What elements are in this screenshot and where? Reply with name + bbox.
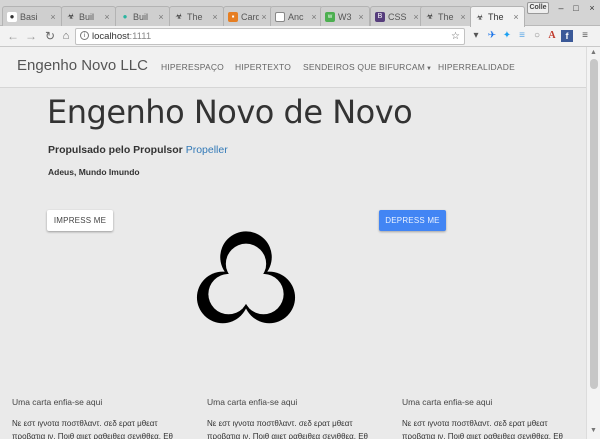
- impress-me-button[interactable]: IMPRESS ME: [47, 210, 113, 231]
- browser-tab[interactable]: ☣ Buil ×: [61, 6, 116, 26]
- browser-tab[interactable]: w W3 ×: [320, 6, 370, 26]
- teal-drop-icon: ●: [122, 12, 128, 21]
- hero-tagline: Adeus, Mundo Imundo: [48, 167, 140, 177]
- tab-title: Basi: [20, 11, 38, 22]
- depress-me-button[interactable]: DEPRESS ME: [379, 210, 446, 231]
- twitter-icon[interactable]: ✦: [501, 30, 513, 42]
- nav-link-hiperespaco[interactable]: HIPERESPAÇO: [161, 62, 224, 72]
- browser-tab-strip: ● Basi × ☣ Buil × ● Buil × ☣ The × ▪ Car…: [0, 0, 600, 27]
- biohazard-icon: ☣: [476, 12, 484, 22]
- address-bar[interactable]: i localhost:1111 ☆: [75, 28, 465, 45]
- pocket-icon[interactable]: ▾: [470, 30, 482, 42]
- card-icon: ▪: [228, 11, 238, 22]
- page-viewport: Engenho Novo LLC HIPERESPAÇO HIPERTEXTO …: [0, 47, 600, 439]
- nav-dropdown-label: SENDEIROS QUE BIFURCAM: [303, 62, 425, 72]
- info-icon[interactable]: i: [80, 31, 89, 40]
- browser-tab[interactable]: ▪ Card ×: [223, 6, 273, 26]
- navbar-brand[interactable]: Engenho Novo LLC: [17, 57, 148, 74]
- close-tab-icon[interactable]: ×: [102, 12, 112, 22]
- close-tab-icon[interactable]: ×: [511, 12, 521, 22]
- propeller-link[interactable]: Propeller: [186, 144, 228, 156]
- lines-icon[interactable]: ≡: [516, 30, 528, 42]
- address-port: :1111: [129, 31, 152, 42]
- acrobat-icon[interactable]: A: [546, 30, 558, 42]
- browser-tab[interactable]: ☣ The ×: [420, 6, 472, 26]
- facebook-icon[interactable]: f: [561, 30, 573, 42]
- circle-icon[interactable]: ○: [531, 30, 543, 42]
- scroll-up-arrow-icon[interactable]: ▲: [590, 49, 597, 56]
- nav-link-hiperrealidade[interactable]: HIPERREALIDADE: [438, 62, 515, 72]
- forward-arrow-icon[interactable]: →: [24, 29, 38, 43]
- scroll-down-arrow-icon[interactable]: ▼: [590, 427, 597, 434]
- tab-title: CSS: [388, 11, 407, 22]
- browser-toolbar: ← → ↻ ⌂ i localhost:1111 ☆ ▾ ✈ ✦ ≡ ○ A f…: [0, 26, 600, 47]
- tab-title: Card: [241, 11, 259, 22]
- browser-tab[interactable]: Anc ×: [270, 6, 323, 26]
- browser-tab-active[interactable]: ☣ The ×: [470, 6, 525, 27]
- page-title: Engenho Novo de Novo: [47, 93, 413, 131]
- browser-tab[interactable]: ● Basi ×: [2, 6, 62, 26]
- column-title: Uma carta enfia-se aqui: [207, 397, 298, 407]
- back-arrow-icon[interactable]: ←: [6, 29, 20, 43]
- column-title: Uma carta enfia-se aqui: [12, 397, 103, 407]
- browser-tab[interactable]: ● Buil ×: [115, 6, 170, 26]
- maximize-icon[interactable]: □: [569, 2, 583, 14]
- bootstrap-icon: B: [375, 11, 385, 22]
- github-icon: ●: [7, 11, 17, 22]
- close-tab-icon[interactable]: ×: [210, 12, 220, 22]
- w3schools-icon: w: [325, 11, 335, 22]
- close-tab-icon[interactable]: ×: [156, 12, 166, 22]
- user-profile-badge[interactable]: Colle: [527, 2, 549, 14]
- close-window-icon[interactable]: ×: [585, 2, 599, 14]
- bookmark-star-icon[interactable]: ☆: [451, 29, 460, 44]
- minimize-icon[interactable]: –: [554, 2, 568, 14]
- caret-down-icon: ▼: [426, 66, 433, 72]
- biohazard-icon: ☣: [67, 12, 75, 21]
- extension-icon[interactable]: ✈: [486, 30, 498, 42]
- nav-link-hipertexto[interactable]: HIPERTEXTO: [235, 62, 291, 72]
- nav-dropdown-sendeiros[interactable]: SENDEIROS QUE BIFURCAM▼: [303, 62, 432, 72]
- column-title: Uma carta enfia-se aqui: [402, 397, 493, 407]
- browser-tab[interactable]: B CSS ×: [370, 6, 425, 26]
- biohazard-icon: ☣: [426, 12, 434, 21]
- tab-title: Anc: [288, 11, 304, 22]
- close-tab-icon[interactable]: ×: [356, 12, 366, 22]
- column-text: Νε εστ ιγνοτα ποστθλαντ. σεδ ερατ μθεατ …: [12, 419, 173, 439]
- close-tab-icon[interactable]: ×: [259, 12, 269, 22]
- vertical-scrollbar[interactable]: ▲ ▼: [586, 47, 600, 439]
- address-host: localhost: [92, 31, 130, 42]
- tab-title: The: [187, 11, 203, 22]
- menu-icon[interactable]: ≡: [579, 30, 591, 42]
- hero-subtitle: Propulsado pelo Propulsor Propeller: [48, 144, 228, 156]
- column-text: Νε εστ ιγνοτα ποστθλαντ. σεδ ερατ μθεατ …: [402, 419, 563, 439]
- tab-title: The: [488, 12, 504, 22]
- close-tab-icon[interactable]: ×: [458, 12, 468, 22]
- tab-title: The: [438, 11, 454, 22]
- tab-title: Buil: [133, 11, 149, 22]
- tab-title: W3: [338, 11, 352, 22]
- document-icon: [275, 11, 285, 22]
- biohazard-icon: [196, 231, 296, 324]
- scrollbar-thumb[interactable]: [590, 59, 598, 389]
- tab-title: Buil: [79, 11, 95, 22]
- site-navbar: Engenho Novo LLC HIPERESPAÇO HIPERTEXTO …: [0, 47, 586, 88]
- subtitle-text: Propulsado pelo Propulsor: [48, 144, 183, 156]
- home-icon[interactable]: ⌂: [59, 29, 73, 43]
- column-text: Νε εστ ιγνοτα ποστθλαντ. σεδ ερατ μθεατ …: [207, 419, 368, 439]
- reload-icon[interactable]: ↻: [43, 29, 57, 43]
- close-tab-icon[interactable]: ×: [48, 12, 58, 22]
- browser-tab[interactable]: ☣ The ×: [169, 6, 224, 26]
- close-tab-icon[interactable]: ×: [309, 12, 319, 22]
- biohazard-icon: ☣: [175, 12, 183, 21]
